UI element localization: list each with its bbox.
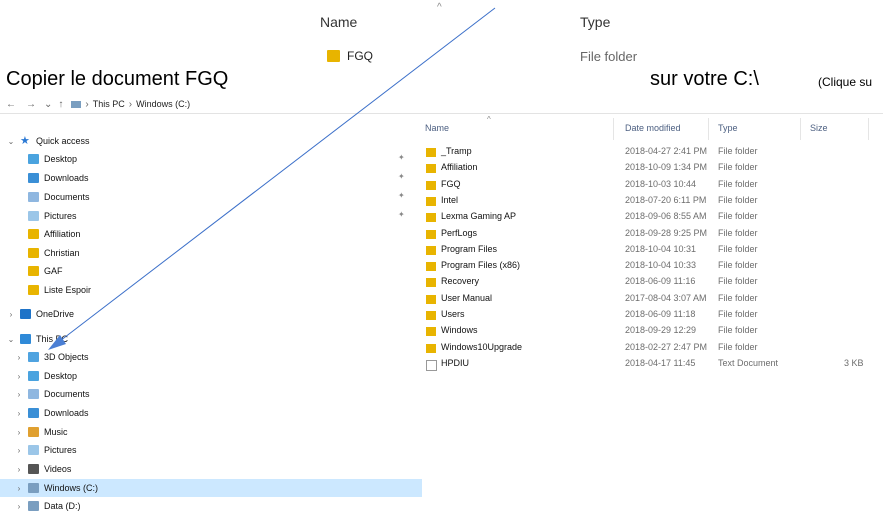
annotation-arrow (48, 7, 496, 350)
